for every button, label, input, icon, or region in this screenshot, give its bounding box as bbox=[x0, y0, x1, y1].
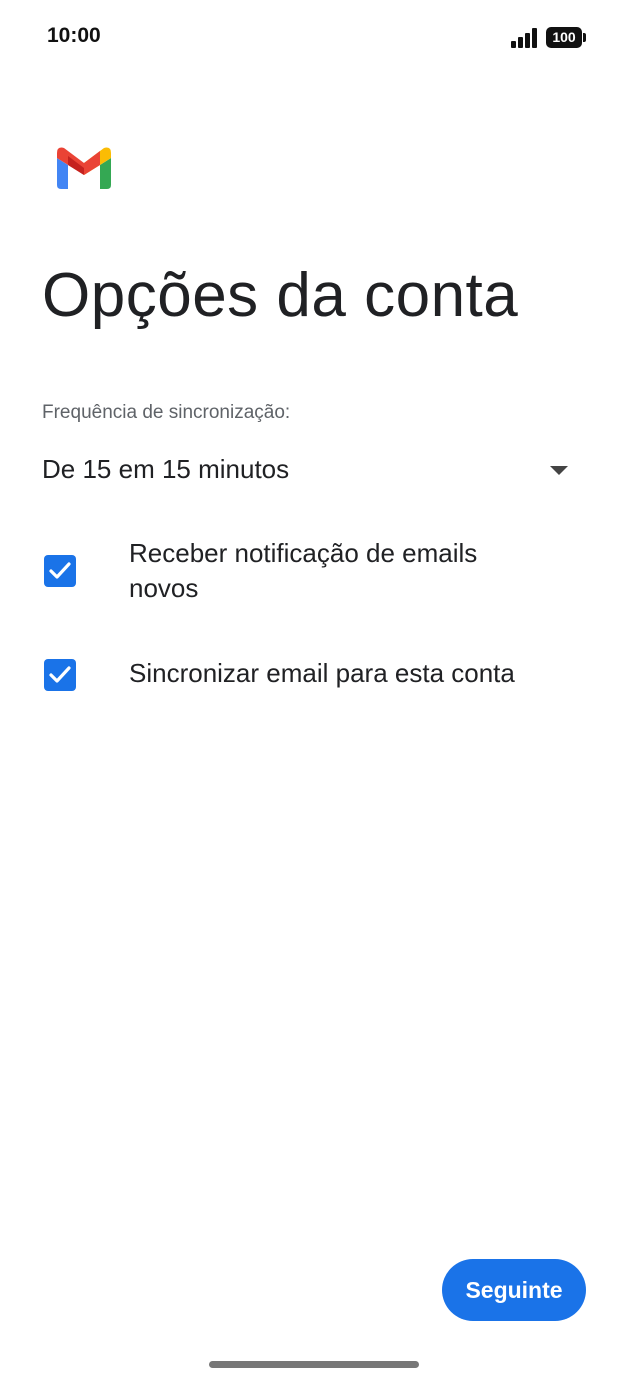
status-time: 10:00 bbox=[47, 24, 101, 47]
battery-tip bbox=[583, 33, 586, 42]
option-sync-account[interactable]: Sincronizar email para esta conta bbox=[42, 656, 582, 696]
signal-icon bbox=[511, 28, 539, 48]
notification-option-label: Receber notificação de emails novos bbox=[129, 538, 478, 603]
notification-checkbox[interactable] bbox=[44, 555, 76, 587]
next-button[interactable]: Seguinte bbox=[442, 1259, 586, 1321]
sync-checkbox[interactable] bbox=[44, 659, 76, 691]
check-icon bbox=[49, 562, 71, 579]
option-new-email-notification[interactable]: Receber notificação de emails novos bbox=[42, 536, 582, 606]
dropdown-arrow-icon bbox=[550, 466, 568, 475]
battery-icon: 100 bbox=[546, 27, 582, 48]
gmail-logo-icon bbox=[57, 147, 111, 189]
sync-frequency-label: Frequência de sincronização: bbox=[42, 402, 291, 423]
sync-frequency-value: De 15 em 15 minutos bbox=[42, 454, 290, 484]
home-indicator[interactable] bbox=[209, 1361, 419, 1368]
page-title: Opções da conta bbox=[42, 261, 519, 330]
sync-option-label: Sincronizar email para esta conta bbox=[129, 658, 515, 688]
check-icon bbox=[49, 666, 71, 683]
sync-frequency-dropdown[interactable]: De 15 em 15 minutos bbox=[42, 446, 582, 494]
status-bar: 10:00 100 bbox=[0, 0, 628, 76]
